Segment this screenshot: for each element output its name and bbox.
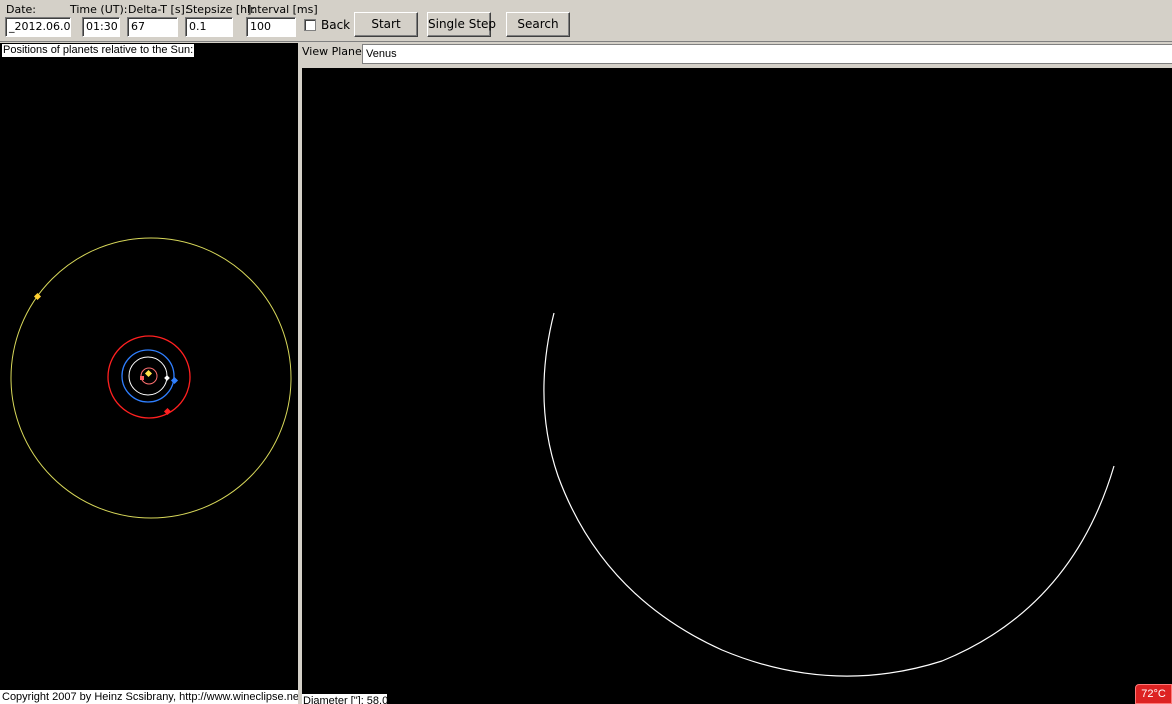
- orbit-diagram: [10, 237, 292, 519]
- delta-t-field[interactable]: 67: [127, 17, 178, 37]
- back-checkbox[interactable]: [304, 19, 316, 31]
- date-field[interactable]: _2012.06.06: [5, 17, 71, 37]
- mars-orbit: [107, 335, 191, 419]
- time-label: Time (UT):: [70, 3, 128, 16]
- sun-marker: [144, 369, 153, 378]
- interval-field[interactable]: 100: [246, 17, 296, 37]
- interval-label: Interval [ms]: [247, 3, 318, 16]
- orbit-caption: Positions of planets relative to the Sun…: [2, 44, 195, 57]
- search-button[interactable]: Search: [506, 12, 570, 37]
- diameter-readout: Diameter ["]: 58.0: [302, 694, 387, 704]
- copyright-footer: Copyright 2007 by Heinz Scsibrany, http:…: [0, 690, 300, 704]
- venus-phase-arc: [543, 312, 1115, 677]
- temperature-badge: 72°C: [1135, 684, 1172, 704]
- earth-marker: [170, 376, 179, 385]
- mercury-marker: [140, 376, 144, 380]
- planet-phase-view: [543, 312, 1115, 677]
- jupiter-orbit: [10, 237, 292, 519]
- view-planet-label: View Planet:: [302, 45, 370, 58]
- view-planet-field[interactable]: Venus: [362, 44, 1172, 64]
- mars-marker: [163, 407, 172, 416]
- start-button[interactable]: Start: [354, 12, 418, 37]
- stepsize-field[interactable]: 0.1: [185, 17, 233, 37]
- single-step-button[interactable]: Single Step: [427, 12, 496, 37]
- date-label: Date:: [6, 3, 36, 16]
- toolbar-separator: [0, 41, 1172, 42]
- stepsize-label: Stepsize [h]:: [186, 3, 256, 16]
- back-label: Back: [321, 18, 351, 32]
- time-field[interactable]: 01:30: [82, 17, 120, 37]
- venus-marker: [164, 375, 170, 381]
- delta-t-label: Delta-T [s]:: [128, 3, 189, 16]
